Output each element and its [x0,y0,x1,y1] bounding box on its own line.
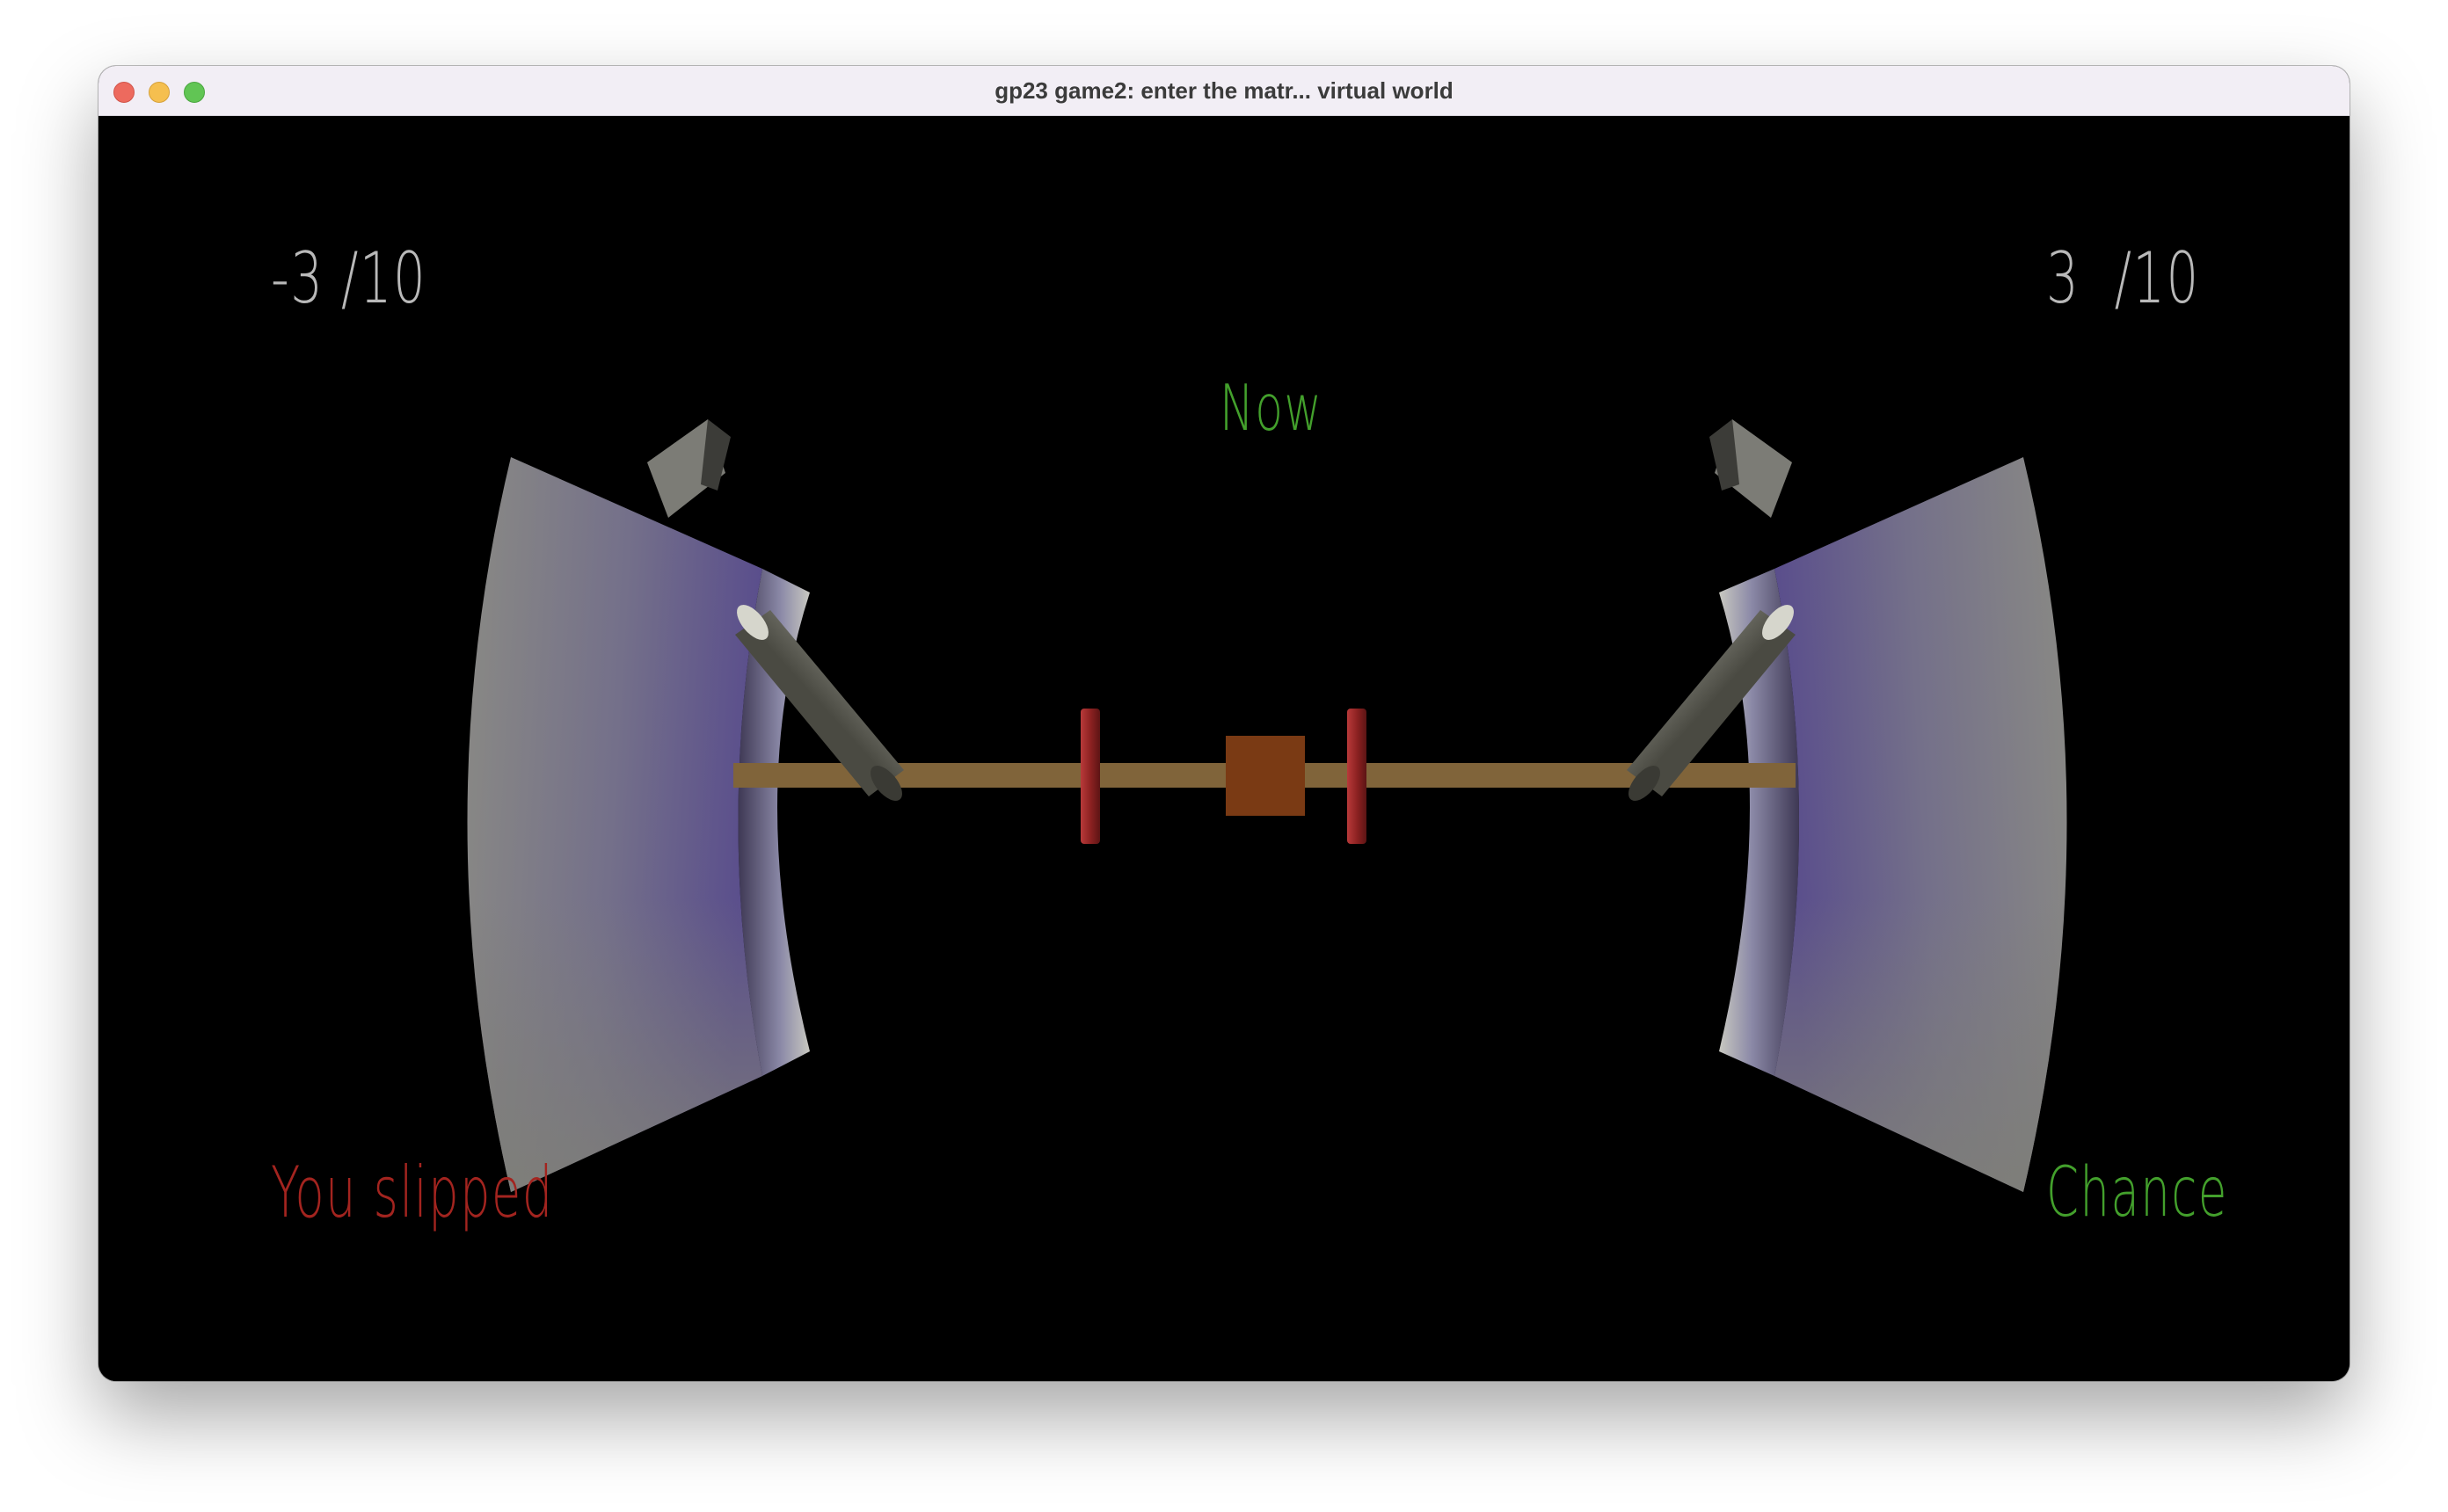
window-title: gp23 game2: enter the matr... virtual wo… [994,77,1454,104]
right-shield [1709,419,2067,1192]
left-message: You slipped [271,1152,554,1233]
left-marker [1081,709,1100,844]
game-window: gp23 game2: enter the matr... virtual wo… [98,66,2350,1381]
center-block [1226,736,1305,816]
right-message: Chance [2046,1153,2228,1232]
title-bar[interactable]: gp23 game2: enter the matr... virtual wo… [98,66,2350,116]
desktop: gp23 game2: enter the matr... virtual wo… [0,0,2448,1512]
center-status: Now [1220,371,1323,445]
game-viewport[interactable]: -3 /10 3 /10 Now You slipped Chance [98,116,2350,1381]
left-score: -3 /10 [271,237,427,319]
left-shield [467,419,810,1192]
right-marker [1347,709,1366,844]
right-score: 3 /10 [2046,237,2200,319]
